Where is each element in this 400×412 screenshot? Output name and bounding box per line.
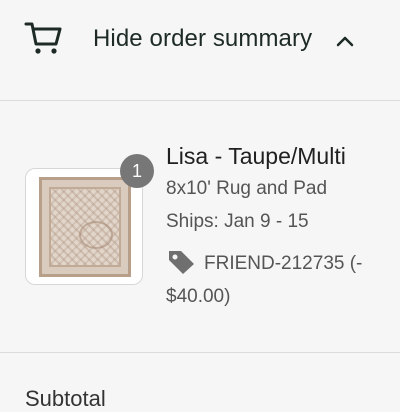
discount-code: FRIEND-212735 (- [204,253,363,274]
product-thumbnail [25,168,143,285]
quantity-badge: 1 [120,154,154,188]
cart-icon [24,22,62,54]
order-summary-toggle-label[interactable]: Hide order summary [93,25,312,53]
tag-icon [169,251,194,274]
order-summary-toggle[interactable]: Hide order summary [0,0,400,100]
ship-date: Ships: Jan 9 - 15 [166,211,309,232]
items-divider [0,352,400,353]
product-name: Lisa - Taupe/Multi [166,143,346,169]
subtotal-label: Subtotal [25,386,106,411]
rug-image [39,177,131,277]
discount-amount: $40.00) [166,286,231,307]
chevron-up-icon[interactable] [336,34,354,48]
header-divider [0,100,400,101]
product-variant: 8x10' Rug and Pad [166,178,328,199]
